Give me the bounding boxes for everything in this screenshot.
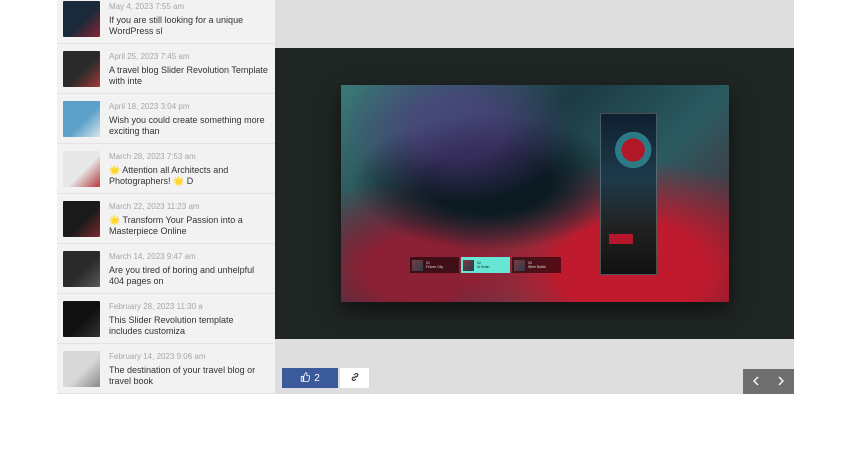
post-list-item[interactable]: March 22, 2023 11:23 am 🌟 Transform Your … [57, 194, 275, 244]
post-date: April 25, 2023 7:45 am [109, 52, 190, 61]
slider-arrows [743, 369, 794, 394]
post-date: February 14, 2023 9:06 am [109, 352, 206, 361]
post-title[interactable]: The destination of your travel blog or t… [109, 365, 269, 387]
prev-button[interactable] [743, 369, 769, 394]
post-meta: April 18, 2023 3:04 pm Wish you could cre… [109, 102, 269, 137]
post-meta: April 25, 2023 7:45 am A travel blog Slid… [109, 52, 269, 87]
post-title[interactable]: Are you tired of boring and unhelpful 40… [109, 265, 269, 287]
slider-nav-item[interactable]: 01 Future City [410, 257, 459, 273]
slider-nav-thumb [412, 259, 423, 271]
post-list-item[interactable]: March 28, 2023 7:53 am 🌟 Attention all Ar… [57, 144, 275, 194]
neon-sign [609, 234, 633, 244]
post-list-item[interactable]: April 18, 2023 3:04 pm Wish you could cre… [57, 94, 275, 144]
post-date: March 14, 2023 9:47 am [109, 252, 196, 261]
post-thumbnail[interactable] [63, 301, 100, 337]
slider-nav-thumb [514, 259, 525, 271]
slider-nav-title: Wine Bottle [528, 265, 546, 269]
slider-nav-thumb [463, 259, 474, 271]
preview-stage: 01 Future City 02 AI Brain 03 Wine Bottl… [275, 48, 794, 339]
post-list-item[interactable]: May 4, 2023 7:55 am If you are still look… [57, 0, 275, 44]
copy-link-button[interactable] [340, 368, 369, 388]
post-thumbnail[interactable] [63, 151, 100, 187]
post-thumbnail[interactable] [63, 351, 100, 387]
post-thumbnail[interactable] [63, 201, 100, 237]
thumbs-up-icon [300, 371, 311, 385]
post-meta: March 28, 2023 7:53 am 🌟 Attention all Ar… [109, 152, 269, 187]
chevron-right-icon [777, 373, 785, 391]
slider-nav-label: 02 AI Brain [477, 261, 489, 269]
post-meta: February 14, 2023 9:06 am The destination… [109, 352, 269, 387]
next-button[interactable] [769, 369, 795, 394]
slider-nav-title: Future City [426, 265, 444, 269]
hero-image[interactable]: 01 Future City 02 AI Brain 03 Wine Bottl… [341, 85, 729, 302]
post-title[interactable]: 🌟 Transform Your Passion into a Masterpi… [109, 215, 269, 237]
like-count: 2 [314, 372, 320, 384]
post-list-item[interactable]: March 14, 2023 9:47 am Are you tired of b… [57, 244, 275, 294]
post-thumbnail[interactable] [63, 251, 100, 287]
post-meta: February 28, 2023 11:30 a This Slider Rev… [109, 302, 269, 337]
slider-nav-label: 01 Future City [426, 261, 443, 269]
post-list-item[interactable]: February 28, 2023 11:30 a This Slider Rev… [57, 294, 275, 344]
post-title[interactable]: If you are still looking for a unique Wo… [109, 15, 269, 37]
post-date: March 22, 2023 11:23 am [109, 202, 200, 211]
slider-nav-title: AI Brain [477, 265, 490, 269]
post-date: May 4, 2023 7:55 am [109, 2, 185, 11]
like-button[interactable]: 2 [282, 368, 338, 388]
post-thumbnail[interactable] [63, 1, 100, 37]
post-date: February 28, 2023 11:30 a [109, 302, 203, 311]
post-list: May 4, 2023 7:55 am If you are still look… [57, 0, 275, 394]
slider-nav-label: 03 Wine Bottle [528, 261, 546, 269]
preview-panel: 01 Future City 02 AI Brain 03 Wine Bottl… [275, 0, 794, 394]
post-meta: May 4, 2023 7:55 am If you are still look… [109, 2, 269, 37]
post-title[interactable]: A travel blog Slider Revolution Template… [109, 65, 269, 87]
brain-graphic [609, 128, 653, 172]
post-date: March 28, 2023 7:53 am [109, 152, 196, 161]
post-title[interactable]: This Slider Revolution template includes… [109, 315, 269, 337]
phone-mockup [600, 113, 657, 275]
post-date: April 18, 2023 3:04 pm [109, 102, 190, 111]
slider-nav-item[interactable]: 03 Wine Bottle [512, 257, 561, 273]
post-meta: March 22, 2023 11:23 am 🌟 Transform Your … [109, 202, 269, 237]
post-thumbnail[interactable] [63, 101, 100, 137]
post-title[interactable]: Wish you could create something more exc… [109, 115, 269, 137]
slider-nav: 01 Future City 02 AI Brain 03 Wine Bottl… [410, 257, 561, 273]
slider-nav-item-active[interactable]: 02 AI Brain [461, 257, 510, 273]
post-thumbnail[interactable] [63, 51, 100, 87]
link-icon [350, 369, 360, 387]
post-list-item[interactable]: February 14, 2023 9:06 am The destination… [57, 344, 275, 394]
post-title[interactable]: 🌟 Attention all Architects and Photograp… [109, 165, 269, 187]
post-list-item[interactable]: April 25, 2023 7:45 am A travel blog Slid… [57, 44, 275, 94]
post-meta: March 14, 2023 9:47 am Are you tired of b… [109, 252, 269, 287]
chevron-left-icon [752, 373, 760, 391]
